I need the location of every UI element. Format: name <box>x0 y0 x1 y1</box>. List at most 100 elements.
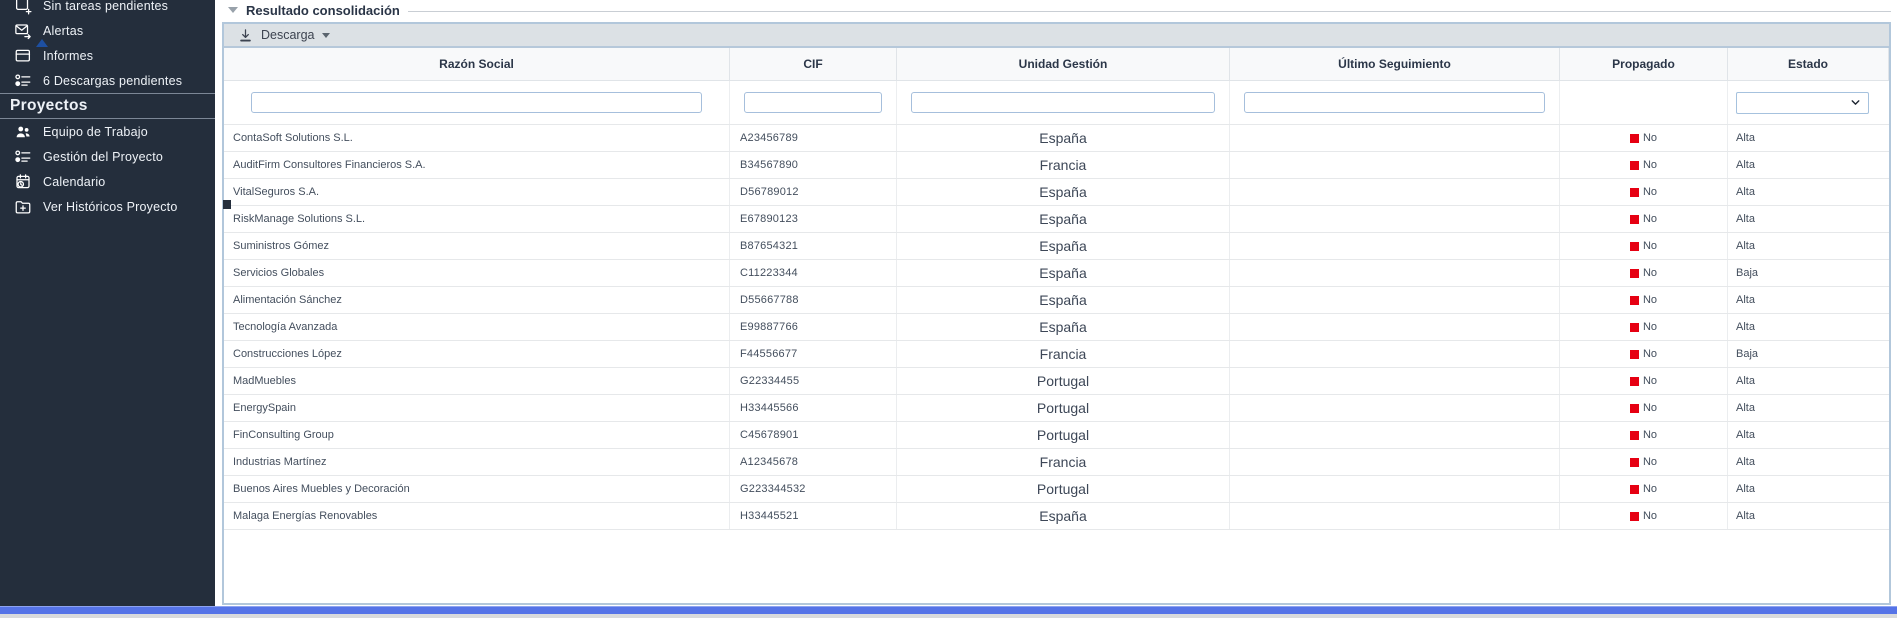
cell-estado: Alta <box>1736 456 1755 468</box>
sidebar-item-label: Informes <box>43 48 94 63</box>
alert-indicator-triangle-icon <box>36 39 48 47</box>
cell-cif: A23456789 <box>730 125 897 151</box>
mail-alert-icon <box>14 22 32 40</box>
calendar-clock-icon <box>14 173 32 191</box>
filter-razon-social-input[interactable] <box>251 92 702 113</box>
filter-estado-select[interactable] <box>1736 91 1869 114</box>
sidebar-item[interactable]: Gestión del Proyecto <box>0 144 215 169</box>
splitter-handle[interactable] <box>223 200 231 209</box>
table-row[interactable]: AuditFirm Consultores Financieros S.A. B… <box>224 152 1889 179</box>
cell-unidad-gestion: España <box>897 314 1230 340</box>
propagado-flag-icon <box>1629 133 1639 143</box>
table-header-row: Razón Social CIF Unidad Gestión Último S… <box>224 48 1889 81</box>
cell-propagado: No <box>1560 152 1728 178</box>
cell-razon-social: VitalSeguros S.A. <box>224 179 730 205</box>
panel-rule <box>407 10 1891 12</box>
table-row[interactable]: Industrias Martínez A12345678 Francia No… <box>224 449 1889 476</box>
sidebar-item[interactable]: Alertas <box>0 18 215 43</box>
column-header[interactable]: Razón Social <box>224 48 730 80</box>
sidebar-item[interactable]: Calendario <box>0 169 215 194</box>
sidebar-item[interactable]: Ver Históricos Proyecto <box>0 194 215 219</box>
cell-cif: F44556677 <box>730 341 897 367</box>
sidebar-item-label: Equipo de Trabajo <box>43 124 148 139</box>
cell-razon-social: AuditFirm Consultores Financieros S.A. <box>224 152 730 178</box>
propagado-flag-icon <box>1629 295 1639 305</box>
cell-razon-social: Industrias Martínez <box>224 449 730 475</box>
propagado-text: No <box>1642 402 1658 414</box>
column-header[interactable]: CIF <box>730 48 897 80</box>
tasks-plus-icon <box>14 0 32 15</box>
propagado-flag-icon <box>1629 214 1639 224</box>
checklist-icon <box>14 72 32 90</box>
table-row[interactable]: Tecnología Avanzada E99887766 España No … <box>224 314 1889 341</box>
table-filter-row <box>224 81 1889 125</box>
sidebar-item-label: Alertas <box>43 23 84 38</box>
sidebar-item-label: Sin tareas pendientes <box>43 0 169 13</box>
cell-razon-social: MadMuebles <box>224 368 730 394</box>
cell-unidad-gestion: Portugal <box>897 368 1230 394</box>
sidebar-item[interactable]: Equipo de Trabajo <box>0 119 215 144</box>
table-row[interactable]: ContaSoft Solutions S.L. A23456789 Españ… <box>224 125 1889 152</box>
propagado-text: No <box>1642 321 1658 333</box>
cell-unidad-gestion: España <box>897 179 1230 205</box>
filter-unidad-gestion-input[interactable] <box>911 92 1215 113</box>
propagado-flag-icon <box>1629 484 1639 494</box>
sidebar-item-label: Ver Históricos Proyecto <box>43 199 178 214</box>
propagado-text: No <box>1642 483 1658 495</box>
panel-title: Resultado consolidación <box>246 2 400 18</box>
cell-cif: B34567890 <box>730 152 897 178</box>
cell-cif: H33445566 <box>730 395 897 421</box>
folder-plus-icon <box>14 198 32 216</box>
sidebar-item[interactable]: 6 Descargas pendientes <box>0 68 215 93</box>
cell-ultimo-seguimiento <box>1230 368 1560 394</box>
cell-ultimo-seguimiento <box>1230 233 1560 259</box>
propagado-text: No <box>1642 267 1658 279</box>
table-row[interactable]: Servicios Globales C11223344 España No B… <box>224 260 1889 287</box>
collapse-caret-down-icon[interactable] <box>228 7 238 13</box>
filter-cif-input[interactable] <box>744 92 882 113</box>
cell-razon-social: FinConsulting Group <box>224 422 730 448</box>
column-header[interactable]: Último Seguimiento <box>1230 48 1560 80</box>
column-header[interactable]: Propagado <box>1560 48 1728 80</box>
cell-propagado: No <box>1560 503 1728 529</box>
report-folder-icon <box>14 47 32 65</box>
cell-ultimo-seguimiento <box>1230 503 1560 529</box>
table-row[interactable]: FinConsulting Group C45678901 Portugal N… <box>224 422 1889 449</box>
table-row[interactable]: Malaga Energías Renovables H33445521 Esp… <box>224 503 1889 530</box>
table-row[interactable]: Suministros Gómez B87654321 España No Al… <box>224 233 1889 260</box>
download-label: Descarga <box>261 28 315 42</box>
propagado-text: No <box>1642 348 1658 360</box>
table-row[interactable]: VitalSeguros S.A. D56789012 España No Al… <box>224 179 1889 206</box>
sidebar-item[interactable]: Informes <box>0 43 215 68</box>
filter-ultimo-seguimiento-input[interactable] <box>1244 92 1545 113</box>
sidebar-item-label: Gestión del Proyecto <box>43 149 164 164</box>
cell-estado: Baja <box>1736 267 1759 279</box>
cell-cif: E67890123 <box>730 206 897 232</box>
cell-estado: Alta <box>1736 510 1755 522</box>
propagado-flag-icon <box>1629 403 1639 413</box>
sidebar-item[interactable]: Sin tareas pendientes <box>0 0 215 18</box>
filter-propagado-empty <box>1560 81 1728 124</box>
table-row[interactable]: EnergySpain H33445566 Portugal No Alta <box>224 395 1889 422</box>
column-header[interactable]: Estado <box>1728 48 1889 80</box>
column-header[interactable]: Unidad Gestión <box>897 48 1230 80</box>
cell-razon-social: Construcciones López <box>224 341 730 367</box>
propagado-text: No <box>1642 132 1658 144</box>
cell-propagado: No <box>1560 395 1728 421</box>
propagado-flag-icon <box>1629 268 1639 278</box>
cell-razon-social: Alimentación Sánchez <box>224 287 730 313</box>
table-row[interactable]: Alimentación Sánchez D55667788 España No… <box>224 287 1889 314</box>
table-row[interactable]: Construcciones López F44556677 Francia N… <box>224 341 1889 368</box>
propagado-text: No <box>1642 456 1658 468</box>
table-row[interactable]: Buenos Aires Muebles y Decoración G22334… <box>224 476 1889 503</box>
cell-ultimo-seguimiento <box>1230 179 1560 205</box>
sidebar-item-label: 6 Descargas pendientes <box>43 73 183 88</box>
cell-estado: Alta <box>1736 132 1755 144</box>
propagado-flag-icon <box>1629 160 1639 170</box>
download-button[interactable]: Descarga <box>236 26 330 44</box>
table-row[interactable]: RiskManage Solutions S.L. E67890123 Espa… <box>224 206 1889 233</box>
cell-estado: Alta <box>1736 483 1755 495</box>
propagado-flag-icon <box>1629 187 1639 197</box>
table-row[interactable]: MadMuebles G22334455 Portugal No Alta <box>224 368 1889 395</box>
cell-estado: Alta <box>1736 186 1755 198</box>
